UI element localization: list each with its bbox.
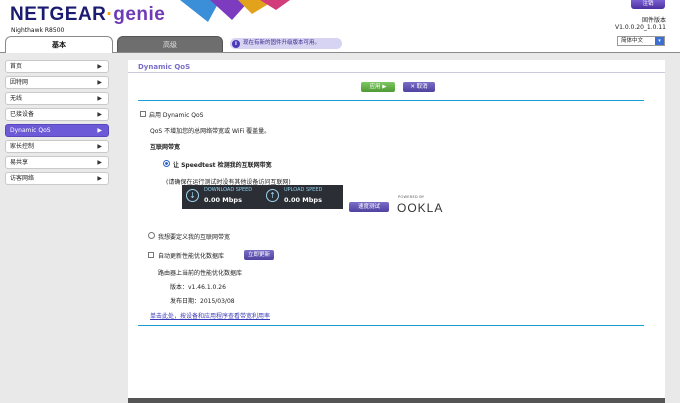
chevron-right-icon: ▶	[97, 175, 102, 182]
speed-test-button[interactable]: 速度测试	[349, 202, 389, 212]
chevron-right-icon: ▶	[97, 63, 102, 70]
database-version: 版本：v1.46.1.0.26	[170, 284, 226, 291]
footer-bar	[128, 398, 665, 403]
chevron-right-icon: ▶	[97, 143, 102, 150]
sidebar-item-label: 访客网络	[10, 175, 35, 182]
sidebar-item-label: 家长控制	[10, 143, 35, 150]
sidebar-item-label: 无线	[10, 95, 23, 102]
logo-genie-text: genie	[113, 4, 166, 25]
sidebar-item-internet[interactable]: 因特网 ▶	[5, 76, 109, 89]
sidebar-item-attached-devices[interactable]: 已接设备 ▶	[5, 108, 109, 121]
database-description: 路由器上当前的性能优化数据库	[158, 270, 243, 277]
sidebar-item-home[interactable]: 首页 ▶	[5, 60, 109, 73]
info-icon: i	[232, 39, 240, 48]
bandwidth-heading: 互联网带宽	[150, 144, 181, 151]
update-now-button[interactable]: 立即更新	[244, 250, 274, 260]
cancel-button[interactable]: ✕ 取消	[403, 82, 435, 92]
ookla-powered-by: POWERED BY	[398, 195, 425, 199]
firmware-notice-text: 现在有新的固件升级版本可用。	[243, 40, 321, 46]
database-release-date: 发布日期：2015/03/08	[170, 298, 235, 305]
upload-speed-label: UPLOAD SPEED	[284, 187, 323, 193]
sidebar-item-wireless[interactable]: 无线 ▶	[5, 92, 109, 105]
sidebar-item-label: Dynamic QoS	[10, 127, 51, 134]
sidebar-item-parental-controls[interactable]: 家长控制 ▶	[5, 140, 109, 153]
download-speed-value: 0.00 Mbps	[204, 196, 242, 204]
speedtest-option-label: 让 Speedtest 检测我的互联网带宽	[173, 162, 272, 169]
chevron-right-icon: ▶	[97, 159, 102, 166]
sidebar-item-guest-network[interactable]: 访客网络 ▶	[5, 172, 109, 185]
main-content: Dynamic QoS 应用 ▶ ✕ 取消 启用 Dynamic QoS QoS…	[128, 60, 665, 403]
enable-qos-checkbox[interactable]	[140, 111, 146, 117]
firmware-version: V1.0.0.20_1.0.11	[615, 24, 666, 31]
bandwidth-usage-link[interactable]: 单击此处，按设备和应用程序查看带宽利用率	[150, 311, 270, 320]
sidebar-item-label: 易共享	[10, 159, 29, 166]
section-divider	[138, 100, 644, 101]
chevron-right-icon: ▶	[97, 95, 102, 102]
bottom-divider	[138, 325, 644, 326]
qos-description: QoS 不增加您的总网络带宽或 WiFi 覆盖量。	[150, 128, 271, 135]
custom-bandwidth-radio[interactable]	[148, 232, 155, 239]
ookla-logo: OOKLA	[397, 201, 444, 215]
speedtest-radio[interactable]	[163, 160, 170, 167]
custom-bandwidth-label: 我想要定义我的互联网带宽	[158, 234, 231, 241]
sidebar-item-dynamic-qos[interactable]: Dynamic QoS ▶	[5, 124, 109, 137]
page-title: Dynamic QoS	[138, 63, 191, 71]
title-divider	[128, 72, 665, 73]
language-value: 简体中文	[621, 38, 644, 44]
header-decoration-graphic	[180, 0, 290, 22]
chevron-down-icon: ▾	[655, 37, 664, 45]
download-speed-label: DOWNLOAD SPEED	[204, 187, 253, 193]
chevron-right-icon: ▶	[97, 111, 102, 118]
speed-readout-panel: ↓ DOWNLOAD SPEED 0.00 Mbps ↑ UPLOAD SPEE…	[182, 185, 343, 209]
sidebar-item-label: 因特网	[10, 79, 29, 86]
auto-update-checkbox[interactable]	[148, 252, 154, 258]
download-arrow-icon: ↓	[186, 189, 199, 202]
tab-advanced[interactable]: 高级	[117, 36, 223, 53]
chevron-right-icon: ▶	[97, 127, 102, 134]
netgear-genie-logo: NETGEAR·genie	[10, 4, 166, 25]
sidebar-item-readyshare[interactable]: 易共享 ▶	[5, 156, 109, 169]
sidebar: 首页 ▶ 因特网 ▶ 无线 ▶ 已接设备 ▶ Dynamic QoS ▶ 家长控制 ▶ 易共…	[5, 60, 109, 188]
firmware-notice[interactable]: i 现在有新的固件升级版本可用。	[230, 38, 342, 49]
tab-basic[interactable]: 基本	[5, 36, 113, 53]
chevron-right-icon: ▶	[97, 79, 102, 86]
router-model: Nighthawk R8500	[11, 27, 65, 34]
apply-button[interactable]: 应用 ▶	[361, 82, 395, 92]
upload-speed-value: 0.00 Mbps	[284, 196, 322, 204]
enable-qos-label: 启用 Dynamic QoS	[149, 112, 204, 119]
logo-netgear-text: NETGEAR	[10, 4, 107, 25]
auto-update-label: 自动更新性能优化数据库	[158, 253, 225, 260]
sidebar-item-label: 首页	[10, 63, 23, 70]
sidebar-item-label: 已接设备	[10, 111, 35, 118]
logout-button[interactable]: 注销	[631, 0, 665, 9]
upload-arrow-icon: ↑	[266, 189, 279, 202]
language-select[interactable]: 简体中文 ▾	[617, 36, 665, 46]
firmware-label: 固件版本	[641, 17, 666, 24]
